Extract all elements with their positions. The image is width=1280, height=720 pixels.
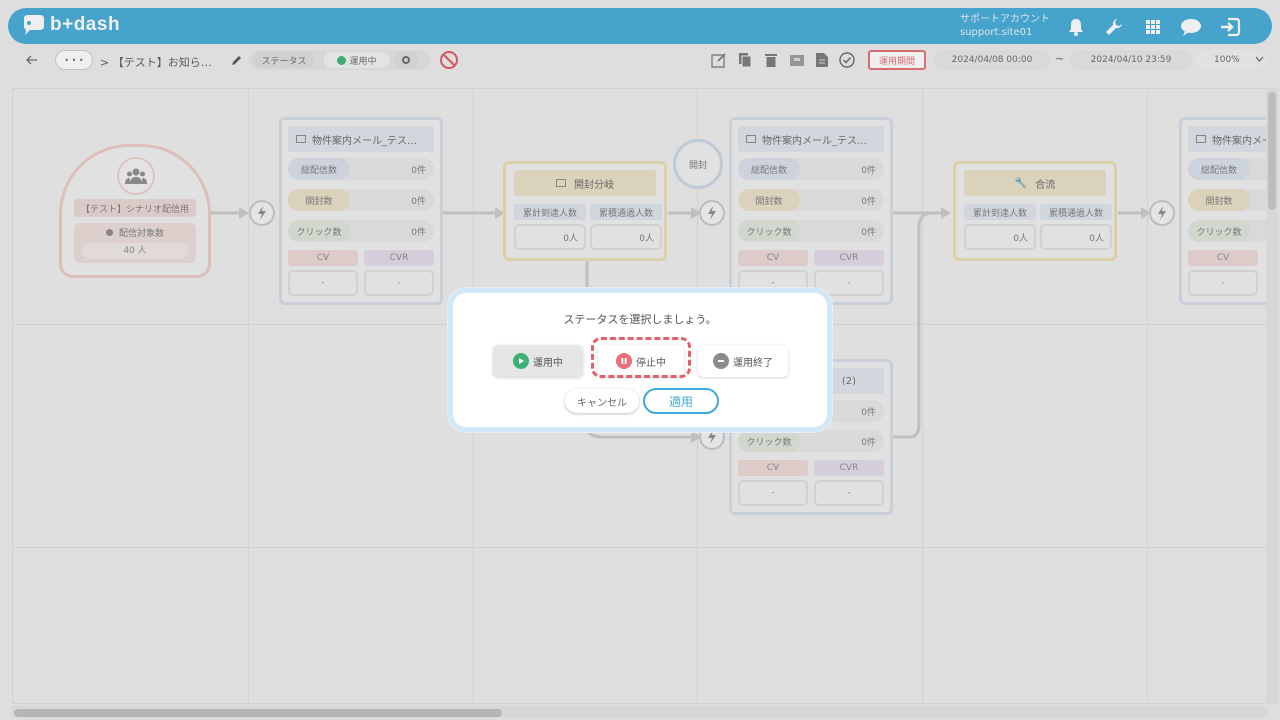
selection-highlight — [591, 337, 691, 378]
status-running-label: 運用中 — [533, 357, 563, 369]
apply-button[interactable]: 適用 — [643, 388, 719, 414]
minus-icon — [713, 353, 729, 369]
status-ended-button[interactable]: 運用終了 — [698, 345, 788, 377]
cancel-button[interactable]: キャンセル — [565, 389, 639, 413]
status-ended-label: 運用終了 — [733, 357, 773, 369]
play-icon — [513, 353, 529, 369]
modal-title: ステータスを選択しましょう。 — [563, 313, 717, 326]
status-running-button[interactable]: 運用中 — [493, 345, 583, 377]
status-modal: ステータスを選択しましょう。 運用中 停止中 運用終了 キャンセル 適用 — [448, 288, 832, 432]
